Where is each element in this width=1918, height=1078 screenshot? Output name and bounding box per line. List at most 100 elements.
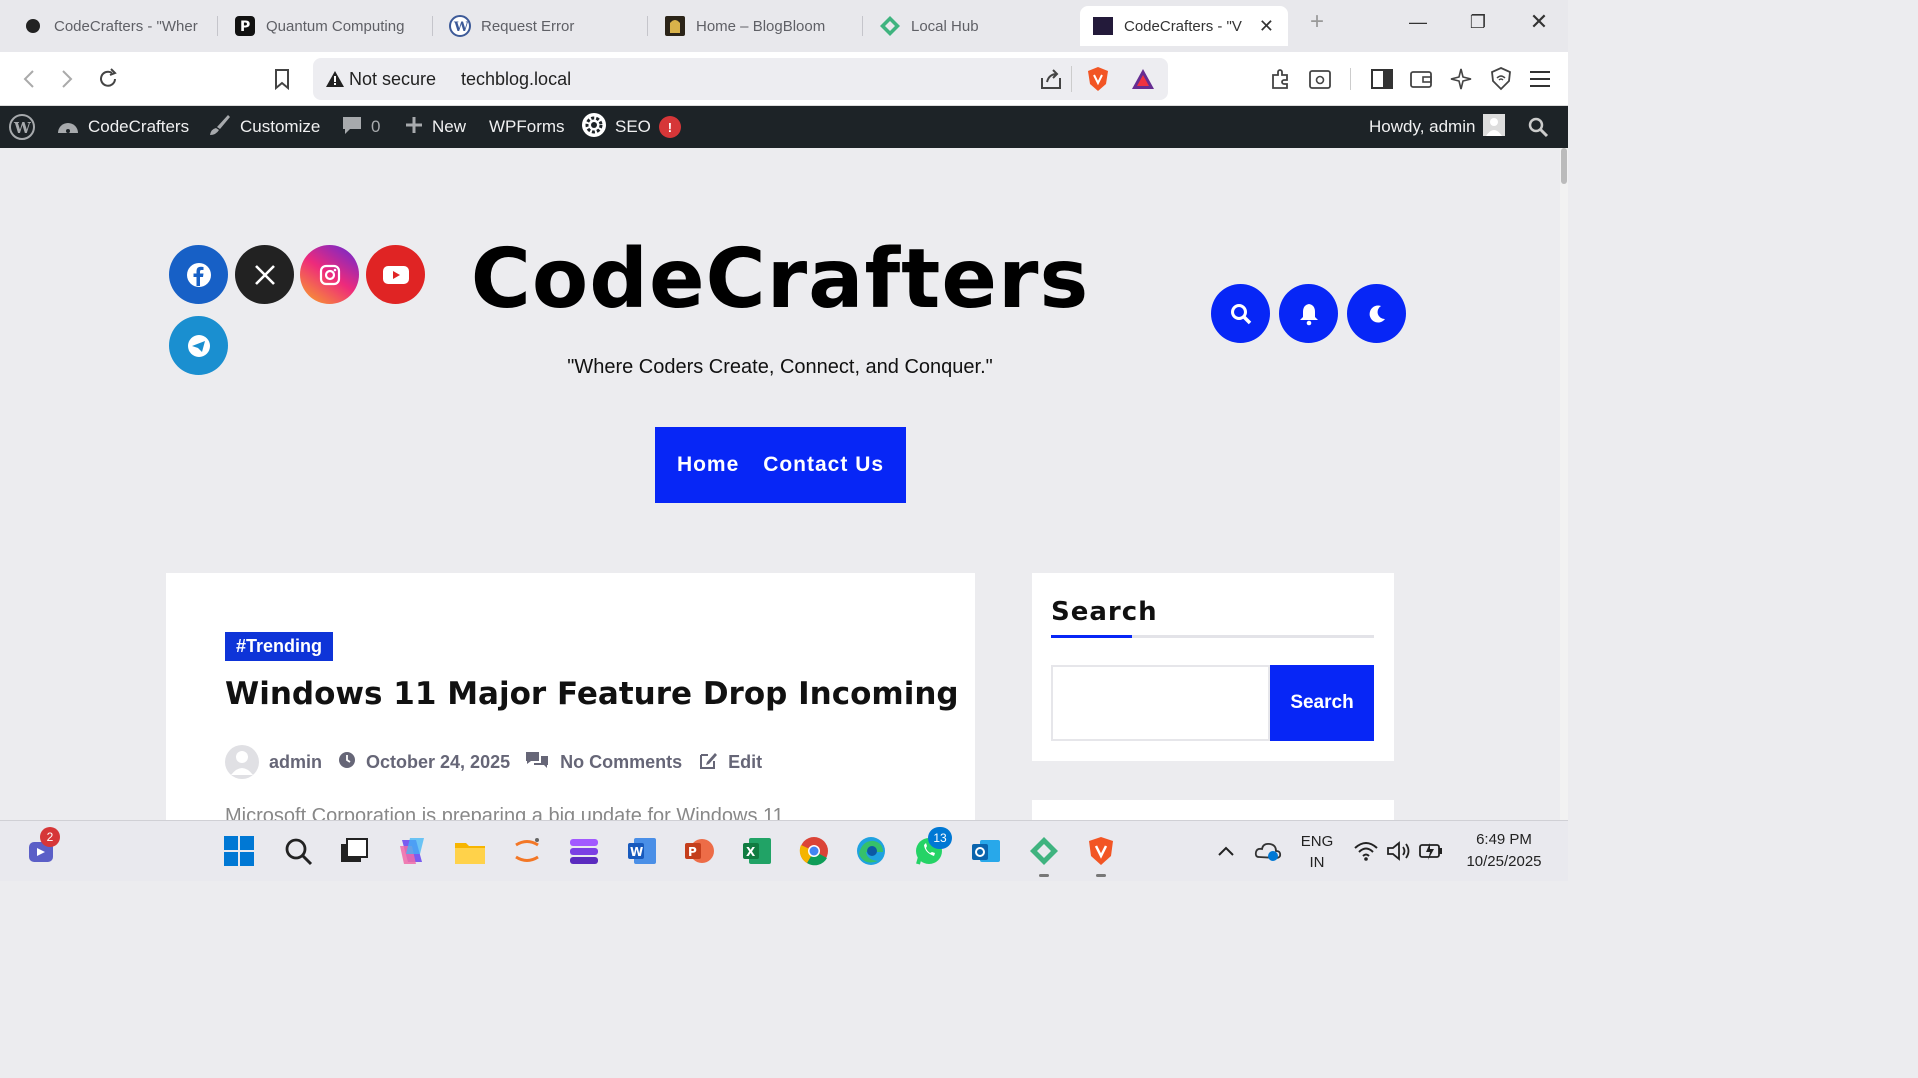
tab-codecrafters-1[interactable]: CodeCrafters - "Wher: [10, 6, 215, 46]
svg-text:W: W: [630, 845, 643, 859]
header-search-button[interactable]: [1211, 284, 1270, 343]
file-explorer-icon[interactable]: [452, 833, 488, 869]
share-icon[interactable]: [1039, 68, 1063, 95]
warning-icon[interactable]: [325, 69, 345, 94]
sidebar-search-input[interactable]: [1051, 665, 1270, 741]
volume-icon[interactable]: [1381, 833, 1417, 869]
security-label[interactable]: Not secure: [349, 69, 436, 90]
excel-icon[interactable]: X: [739, 833, 775, 869]
customize-link[interactable]: Customize: [208, 106, 320, 148]
url-text[interactable]: techblog.local: [461, 69, 571, 90]
browser-tab-bar: CodeCrafters - "Wher P Quantum Computing…: [0, 0, 1568, 52]
tab-quantum-computing[interactable]: P Quantum Computing: [222, 6, 432, 46]
telegram-icon[interactable]: [169, 316, 228, 375]
facebook-icon[interactable]: [169, 245, 228, 304]
tab-codecrafters-active[interactable]: CodeCrafters - "V ✕: [1080, 6, 1288, 46]
close-tab-icon[interactable]: ✕: [1259, 16, 1274, 37]
search-icon[interactable]: [280, 833, 316, 869]
author-link[interactable]: admin: [269, 752, 322, 773]
brave-browser-icon[interactable]: [1083, 833, 1119, 877]
wordpress-logo-icon[interactable]: W: [8, 106, 36, 148]
local-app-icon[interactable]: [1026, 833, 1062, 877]
menu-item-contact-us[interactable]: Contact Us: [763, 453, 884, 477]
tab-label: Home – BlogBloom: [696, 17, 826, 35]
wifi-icon[interactable]: [1348, 833, 1384, 869]
back-icon[interactable]: [15, 65, 43, 93]
jupyter-icon[interactable]: [509, 833, 545, 869]
word-icon[interactable]: W: [624, 833, 660, 869]
new-content-link[interactable]: New: [404, 106, 466, 148]
restore-icon[interactable]: ❐: [1463, 12, 1493, 33]
clock-date[interactable]: 10/25/2025: [1452, 853, 1556, 870]
tab-local-hub[interactable]: Local Hub: [867, 6, 1072, 46]
comments-link[interactable]: 0: [341, 106, 380, 148]
battery-icon[interactable]: [1413, 833, 1449, 869]
admin-search-icon[interactable]: [1527, 106, 1549, 148]
comments-link[interactable]: No Comments: [560, 752, 682, 773]
task-view-icon[interactable]: [336, 833, 372, 869]
edit-icon: [698, 750, 718, 775]
page-search-icon[interactable]: [1306, 65, 1334, 93]
menu-item-home[interactable]: Home: [677, 453, 739, 477]
moon-icon: [1369, 304, 1385, 322]
sidebar-toggle-icon[interactable]: [1368, 65, 1396, 93]
whatsapp-icon[interactable]: 13: [911, 827, 952, 869]
comments-count: 0: [371, 117, 381, 136]
scrollbar-thumb[interactable]: [1561, 148, 1567, 184]
site-name-label: CodeCrafters: [88, 117, 190, 136]
extensions-icon[interactable]: [1267, 65, 1295, 93]
vpn-icon[interactable]: [1487, 65, 1515, 93]
post-date[interactable]: October 24, 2025: [366, 752, 510, 773]
copilot-icon[interactable]: [394, 833, 430, 869]
my-account-link[interactable]: Howdy, admin: [1369, 106, 1506, 148]
menu-icon[interactable]: [1526, 65, 1554, 93]
tray-chevron-up-icon[interactable]: [1208, 833, 1244, 869]
site-title[interactable]: CodeCrafters: [470, 232, 1090, 327]
edit-link[interactable]: Edit: [728, 752, 762, 773]
page-scrollbar[interactable]: [1560, 148, 1568, 820]
omnibox[interactable]: Not secure techblog.local: [313, 58, 1168, 100]
new-tab-icon[interactable]: +: [1302, 8, 1332, 36]
powerpoint-icon[interactable]: P: [681, 833, 717, 869]
comments-icon: [524, 750, 550, 775]
clock-time[interactable]: 6:49 PM: [1452, 831, 1556, 848]
post-title[interactable]: Windows 11 Major Feature Drop Incoming: [225, 676, 959, 712]
youtube-icon[interactable]: [366, 245, 425, 304]
instagram-icon[interactable]: [300, 245, 359, 304]
language-region[interactable]: IN: [1295, 854, 1339, 871]
wallet-icon[interactable]: [1407, 65, 1435, 93]
onedrive-icon[interactable]: [1250, 833, 1286, 869]
sidebar-search-button[interactable]: Search: [1270, 665, 1374, 741]
chrome-icon[interactable]: [796, 833, 832, 869]
seo-link[interactable]: SEO !: [581, 106, 681, 148]
outlook-icon[interactable]: [968, 833, 1004, 869]
tab-request-error[interactable]: W Request Error: [437, 6, 642, 46]
close-window-icon[interactable]: ✕: [1524, 9, 1554, 35]
codecrafters-favicon-icon: [1092, 15, 1114, 37]
wpforms-label: WPForms: [489, 117, 565, 136]
teams-icon[interactable]: 2: [24, 827, 60, 869]
edge-icon[interactable]: [853, 833, 889, 869]
tab-label: CodeCrafters - "Wher: [54, 17, 198, 35]
wpforms-link[interactable]: WPForms: [489, 106, 565, 148]
leo-ai-icon[interactable]: [1447, 65, 1475, 93]
site-name-link[interactable]: CodeCrafters: [56, 106, 189, 148]
tab-blogbloom[interactable]: Home – BlogBloom: [652, 6, 857, 46]
brave-rewards-icon[interactable]: [1130, 67, 1156, 96]
forward-icon[interactable]: [53, 65, 81, 93]
comment-bubble-icon: [341, 114, 363, 141]
minimize-icon[interactable]: —: [1403, 12, 1433, 33]
post-meta: admin October 24, 2025 No Comments Edit: [225, 745, 762, 779]
category-badge[interactable]: #Trending: [225, 632, 334, 661]
bookmark-icon[interactable]: [268, 65, 296, 93]
language-indicator[interactable]: ENG: [1295, 833, 1339, 850]
clock-icon: [338, 751, 356, 774]
windows-start-icon[interactable]: [221, 833, 257, 869]
x-twitter-icon[interactable]: [235, 245, 294, 304]
visual-studio-icon[interactable]: [566, 833, 602, 869]
author-avatar[interactable]: [225, 745, 259, 779]
reload-icon[interactable]: [94, 65, 122, 93]
subscribe-bell-button[interactable]: [1279, 284, 1338, 343]
dark-mode-toggle[interactable]: [1347, 284, 1406, 343]
brave-shield-icon[interactable]: [1086, 66, 1110, 97]
